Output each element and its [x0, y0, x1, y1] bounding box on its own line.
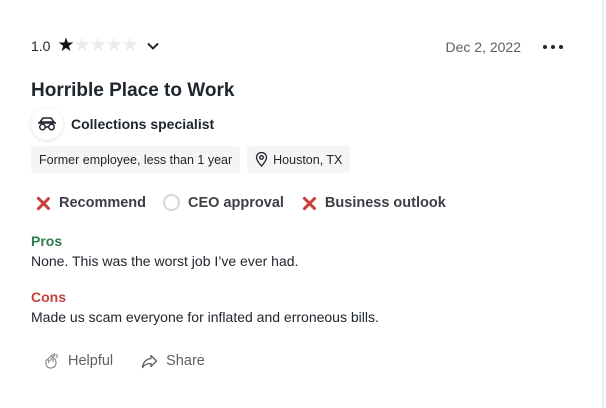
more-horizontal-icon — [543, 45, 547, 49]
job-row: Collections specialist — [31, 108, 214, 140]
review-title: Horrible Place to Work — [31, 80, 235, 101]
location-text: Houston, TX — [273, 152, 343, 167]
share-arrow-icon — [141, 354, 158, 368]
review-date: Dec 2, 2022 — [445, 39, 522, 55]
helpful-label: Helpful — [68, 353, 114, 369]
rating-value: 1.0 — [31, 37, 51, 54]
employment-status-chip: Former employee, less than 1 year — [31, 146, 241, 173]
review-actions: Helpful Share — [42, 352, 233, 370]
share-label: Share — [166, 353, 205, 369]
indicator-label: Business outlook — [324, 194, 446, 211]
star-empty-icon: ★ — [121, 35, 139, 56]
location-pin-icon — [255, 152, 268, 167]
star-empty-icon: ★ — [73, 35, 91, 56]
helpful-button[interactable]: Helpful — [42, 352, 113, 370]
rating-indicators: Recommend CEO approval Business outlook — [35, 194, 463, 211]
rating-row: 1.0 ★ ★ ★ ★ ★ — [31, 36, 162, 55]
cons-text: Made us scam everyone for inflated and e… — [31, 309, 379, 325]
star-rating: ★ ★ ★ ★ ★ — [57, 35, 139, 56]
employee-info-chips: Former employee, less than 1 year Housto… — [31, 146, 357, 173]
share-button[interactable]: Share — [141, 353, 205, 369]
chevron-down-icon — [147, 42, 160, 50]
pros-heading: Pros — [31, 233, 63, 249]
cons-heading: Cons — [31, 289, 66, 305]
x-icon — [35, 195, 51, 211]
location-chip: Houston, TX — [247, 146, 351, 173]
star-empty-icon: ★ — [105, 35, 123, 56]
indicator-label: CEO approval — [188, 194, 284, 211]
indicator-ceo-approval: CEO approval — [163, 194, 284, 211]
star-filled-icon: ★ — [57, 35, 75, 56]
star-empty-icon: ★ — [89, 35, 107, 56]
company-logo-icon — [31, 108, 63, 140]
rating-expand-button[interactable] — [144, 37, 162, 55]
indicator-label: Recommend — [59, 194, 147, 211]
empty-circle-icon — [163, 194, 181, 211]
x-icon — [301, 195, 317, 211]
review-card: 1.0 ★ ★ ★ ★ ★ Dec 2, 2022 Horrible Place… — [0, 0, 604, 408]
employment-status: Former employee, less than 1 year — [39, 152, 233, 167]
clap-hands-icon — [45, 352, 59, 369]
more-options-button[interactable] — [540, 38, 566, 56]
job-title: Collections specialist — [71, 116, 215, 132]
indicator-business-outlook: Business outlook — [301, 195, 446, 211]
pros-text: None. This was the worst job I’ve ever h… — [31, 253, 299, 269]
indicator-recommend: Recommend — [35, 195, 146, 211]
